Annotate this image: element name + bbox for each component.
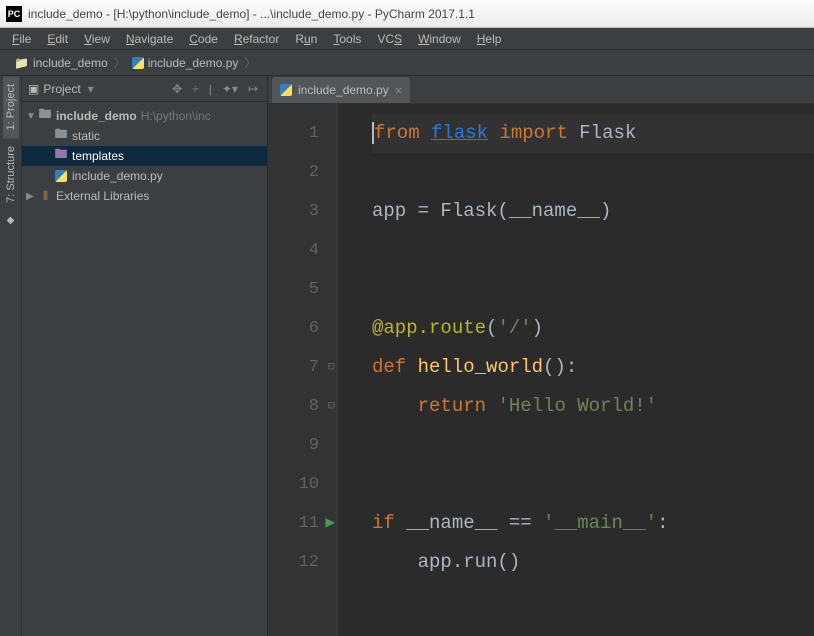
menu-file[interactable]: File	[4, 30, 39, 48]
code-line[interactable]: if __name__ == '__main__':	[372, 504, 814, 543]
hide-panel-icon[interactable]: ↦	[245, 82, 261, 96]
line-number[interactable]: 1	[268, 114, 337, 153]
module-icon	[38, 105, 52, 127]
editor-body[interactable]: 1234567⊟8⊟91011▶12 from flask import Fla…	[268, 104, 814, 636]
code-line[interactable]: app.run()	[372, 543, 814, 582]
breadcrumb-sep: 〉	[244, 54, 256, 71]
tree-label: static	[72, 129, 100, 143]
main-area: 1: Project 7: Structure ◆ ▣ Project ▾ ✥ …	[0, 76, 814, 636]
code-line[interactable]: @app.route('/')	[372, 309, 814, 348]
python-icon	[54, 170, 68, 182]
code-line[interactable]	[372, 153, 814, 192]
collapse-arrow-icon[interactable]: ▼	[26, 111, 38, 122]
code-line[interactable]: return 'Hello World!'	[372, 387, 814, 426]
menu-vcs[interactable]: VCS	[369, 30, 410, 48]
line-number[interactable]: 11▶	[268, 504, 337, 543]
tree-path-hint: H:\python\inc	[141, 109, 211, 123]
panel-dropdown-icon[interactable]: ▾	[85, 82, 97, 96]
sidebar-tab-structure[interactable]: 7: Structure	[3, 138, 19, 211]
run-gutter-icon[interactable]: ▶	[325, 504, 335, 543]
menu-run[interactable]: Run	[287, 30, 325, 48]
menu-edit[interactable]: Edit	[39, 30, 76, 48]
fold-icon[interactable]: ⊟	[328, 348, 335, 387]
line-number[interactable]: 8⊟	[268, 387, 337, 426]
line-number[interactable]: 2	[268, 153, 337, 192]
panel-tool-icon[interactable]: ÷	[189, 82, 202, 96]
left-tool-gutter: 1: Project 7: Structure ◆	[0, 76, 22, 636]
breadcrumb-item[interactable]: include_demo	[8, 56, 114, 70]
editor-tab-label: include_demo.py	[298, 83, 389, 97]
python-icon	[132, 57, 144, 69]
menu-help[interactable]: Help	[469, 30, 510, 48]
folder-icon	[14, 56, 29, 70]
tree-item[interactable]: static	[22, 126, 267, 146]
code-area[interactable]: from flask import Flask app = Flask(__nam…	[372, 104, 814, 636]
editor-area: include_demo.py × 1234567⊟8⊟91011▶12 fro…	[268, 76, 814, 636]
code-line[interactable]	[372, 231, 814, 270]
code-line[interactable]: app = Flask(__name__)	[372, 192, 814, 231]
libraries-icon	[38, 189, 52, 204]
sidebar-tab-project[interactable]: 1: Project	[3, 76, 19, 138]
tree-label: External Libraries	[56, 189, 149, 203]
code-line[interactable]: from flask import Flask	[372, 114, 814, 153]
menu-window[interactable]: Window	[410, 30, 469, 48]
panel-header: ▣ Project ▾ ✥ ÷ | ✦▾ ↦	[22, 76, 267, 102]
breadcrumb-label: include_demo	[33, 56, 108, 70]
menu-refactor[interactable]: Refactor	[226, 30, 287, 48]
menu-code[interactable]: Code	[181, 30, 226, 48]
code-line[interactable]	[372, 270, 814, 309]
project-panel: ▣ Project ▾ ✥ ÷ | ✦▾ ↦ ▼ include_demo H:…	[22, 76, 268, 636]
sidebar-icon[interactable]: ◆	[7, 211, 15, 230]
python-icon	[280, 84, 292, 96]
line-gutter[interactable]: 1234567⊟8⊟91011▶12	[268, 104, 338, 636]
breadcrumb-label: include_demo.py	[148, 56, 239, 70]
close-icon[interactable]: ×	[395, 83, 403, 98]
fold-icon[interactable]: ⊟	[328, 387, 335, 426]
tree-item-selected[interactable]: templates	[22, 146, 267, 166]
line-number[interactable]: 6	[268, 309, 337, 348]
tree-external-libs[interactable]: ▶ External Libraries	[22, 186, 267, 206]
code-line[interactable]	[372, 465, 814, 504]
menu-navigate[interactable]: Navigate	[118, 30, 181, 48]
tree-item[interactable]: include_demo.py	[22, 166, 267, 186]
menubar: File Edit View Navigate Code Refactor Ru…	[0, 28, 814, 50]
menu-view[interactable]: View	[76, 30, 118, 48]
line-number[interactable]: 4	[268, 231, 337, 270]
tree-root[interactable]: ▼ include_demo H:\python\inc	[22, 106, 267, 126]
panel-title: Project	[43, 82, 80, 96]
panel-tool-icon[interactable]: ✥	[169, 82, 185, 96]
panel-sep: |	[206, 82, 215, 96]
breadcrumb-sep: 〉	[114, 54, 126, 71]
code-line[interactable]: def hello_world():	[372, 348, 814, 387]
breadcrumb-bar: include_demo 〉 include_demo.py 〉	[0, 50, 814, 76]
code-line[interactable]	[372, 426, 814, 465]
line-number[interactable]: 10	[268, 465, 337, 504]
line-number[interactable]: 12	[268, 543, 337, 582]
tree-label: include_demo.py	[72, 169, 163, 183]
breadcrumb-item[interactable]: include_demo.py	[126, 56, 245, 70]
menu-tools[interactable]: Tools	[325, 30, 369, 48]
pycharm-icon: PC	[6, 6, 22, 22]
project-tree[interactable]: ▼ include_demo H:\python\inc static temp…	[22, 102, 267, 636]
panel-view-icon[interactable]: ▣	[28, 82, 39, 96]
editor-margin	[338, 104, 372, 636]
templates-folder-icon	[54, 145, 68, 167]
line-number[interactable]: 5	[268, 270, 337, 309]
tree-label: templates	[72, 149, 124, 163]
window-title: include_demo - [H:\python\include_demo] …	[28, 7, 475, 21]
titlebar: PC include_demo - [H:\python\include_dem…	[0, 0, 814, 28]
tree-label: include_demo	[56, 109, 137, 123]
editor-tabs: include_demo.py ×	[268, 76, 814, 104]
gear-icon[interactable]: ✦▾	[219, 82, 241, 96]
line-number[interactable]: 3	[268, 192, 337, 231]
line-number[interactable]: 9	[268, 426, 337, 465]
line-number[interactable]: 7⊟	[268, 348, 337, 387]
folder-icon	[54, 125, 68, 147]
expand-arrow-icon[interactable]: ▶	[26, 191, 38, 202]
editor-tab-active[interactable]: include_demo.py ×	[272, 77, 410, 103]
